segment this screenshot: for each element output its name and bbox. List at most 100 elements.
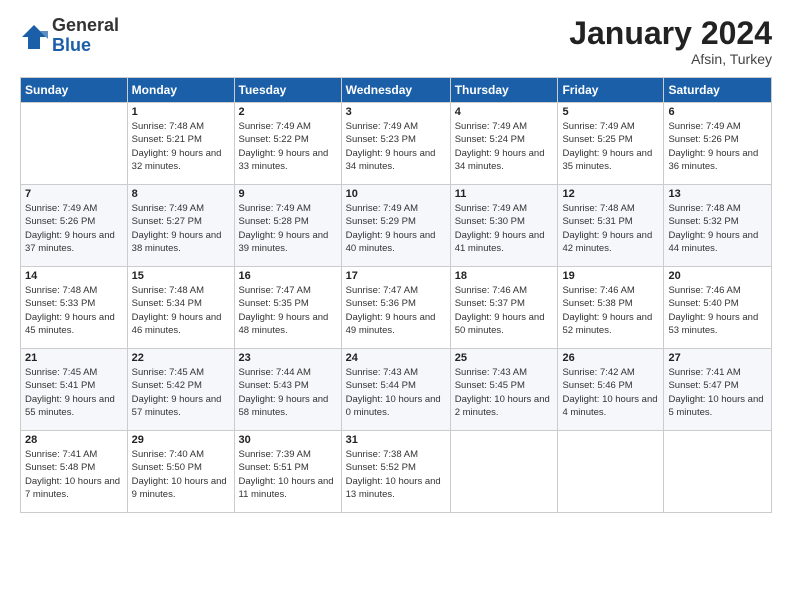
day-number: 6 — [668, 106, 767, 118]
day-number: 13 — [668, 188, 767, 200]
calendar-header-row: Sunday Monday Tuesday Wednesday Thursday… — [21, 78, 772, 103]
day-number: 26 — [562, 352, 659, 364]
day-info: Sunrise: 7:49 AMSunset: 5:30 PMDaylight:… — [455, 202, 554, 255]
header-monday: Monday — [127, 78, 234, 103]
table-row: 9 Sunrise: 7:49 AMSunset: 5:28 PMDaylight… — [234, 185, 341, 267]
day-number: 22 — [132, 352, 230, 364]
day-number: 17 — [346, 270, 446, 282]
table-row: 25 Sunrise: 7:43 AMSunset: 5:45 PMDayligh… — [450, 349, 558, 431]
header-friday: Friday — [558, 78, 664, 103]
table-row: 30 Sunrise: 7:39 AMSunset: 5:51 PMDayligh… — [234, 431, 341, 513]
calendar-week-5: 28 Sunrise: 7:41 AMSunset: 5:48 PMDayligh… — [21, 431, 772, 513]
day-info: Sunrise: 7:46 AMSunset: 5:37 PMDaylight:… — [455, 284, 554, 337]
table-row: 31 Sunrise: 7:38 AMSunset: 5:52 PMDayligh… — [341, 431, 450, 513]
day-info: Sunrise: 7:48 AMSunset: 5:33 PMDaylight:… — [25, 284, 123, 337]
day-info: Sunrise: 7:49 AMSunset: 5:27 PMDaylight:… — [132, 202, 230, 255]
day-number: 1 — [132, 106, 230, 118]
table-row: 15Sunrise: 7:48 AMSunset: 5:34 PMDayligh… — [127, 267, 234, 349]
day-number: 7 — [25, 188, 123, 200]
table-row: 24 Sunrise: 7:43 AMSunset: 5:44 PMDayligh… — [341, 349, 450, 431]
calendar-week-4: 21Sunrise: 7:45 AMSunset: 5:41 PMDayligh… — [21, 349, 772, 431]
day-number: 18 — [455, 270, 554, 282]
day-number: 9 — [239, 188, 337, 200]
day-info: Sunrise: 7:45 AMSunset: 5:41 PMDaylight:… — [25, 366, 123, 419]
month-title: January 2024 — [569, 16, 772, 51]
day-info: Sunrise: 7:38 AMSunset: 5:52 PMDaylight:… — [346, 448, 446, 501]
table-row: 16Sunrise: 7:47 AMSunset: 5:35 PMDayligh… — [234, 267, 341, 349]
day-number: 12 — [562, 188, 659, 200]
day-number: 25 — [455, 352, 554, 364]
day-info: Sunrise: 7:46 AMSunset: 5:38 PMDaylight:… — [562, 284, 659, 337]
calendar-week-3: 14 Sunrise: 7:48 AMSunset: 5:33 PMDayligh… — [21, 267, 772, 349]
day-info: Sunrise: 7:49 AMSunset: 5:24 PMDaylight:… — [455, 120, 554, 173]
day-info: Sunrise: 7:47 AMSunset: 5:36 PMDaylight:… — [346, 284, 446, 337]
day-info: Sunrise: 7:41 AMSunset: 5:47 PMDaylight:… — [668, 366, 767, 419]
table-row: 18 Sunrise: 7:46 AMSunset: 5:37 PMDayligh… — [450, 267, 558, 349]
day-number: 8 — [132, 188, 230, 200]
table-row: 11 Sunrise: 7:49 AMSunset: 5:30 PMDayligh… — [450, 185, 558, 267]
day-number: 20 — [668, 270, 767, 282]
day-number: 19 — [562, 270, 659, 282]
calendar-week-2: 7 Sunrise: 7:49 AMSunset: 5:26 PMDaylight… — [21, 185, 772, 267]
table-row: 17 Sunrise: 7:47 AMSunset: 5:36 PMDayligh… — [341, 267, 450, 349]
day-number: 14 — [25, 270, 123, 282]
logo-blue-text: Blue — [52, 36, 119, 56]
table-row: 12 Sunrise: 7:48 AMSunset: 5:31 PMDayligh… — [558, 185, 664, 267]
table-row — [558, 431, 664, 513]
day-number: 10 — [346, 188, 446, 200]
logo-general-text: General — [52, 16, 119, 36]
day-info: Sunrise: 7:47 AMSunset: 5:35 PMDaylight:… — [239, 284, 337, 337]
day-number: 30 — [239, 434, 337, 446]
day-info: Sunrise: 7:43 AMSunset: 5:45 PMDaylight:… — [455, 366, 554, 419]
day-number: 4 — [455, 106, 554, 118]
day-number: 5 — [562, 106, 659, 118]
table-row: 28 Sunrise: 7:41 AMSunset: 5:48 PMDayligh… — [21, 431, 128, 513]
day-info: Sunrise: 7:48 AMSunset: 5:31 PMDaylight:… — [562, 202, 659, 255]
day-info: Sunrise: 7:40 AMSunset: 5:50 PMDaylight:… — [132, 448, 230, 501]
day-info: Sunrise: 7:39 AMSunset: 5:51 PMDaylight:… — [239, 448, 337, 501]
day-info: Sunrise: 7:49 AMSunset: 5:25 PMDaylight:… — [562, 120, 659, 173]
day-info: Sunrise: 7:49 AMSunset: 5:26 PMDaylight:… — [668, 120, 767, 173]
table-row: 21Sunrise: 7:45 AMSunset: 5:41 PMDayligh… — [21, 349, 128, 431]
header-sunday: Sunday — [21, 78, 128, 103]
table-row: 19 Sunrise: 7:46 AMSunset: 5:38 PMDayligh… — [558, 267, 664, 349]
table-row: 8 Sunrise: 7:49 AMSunset: 5:27 PMDaylight… — [127, 185, 234, 267]
day-info: Sunrise: 7:49 AMSunset: 5:23 PMDaylight:… — [346, 120, 446, 173]
calendar-week-1: 1 Sunrise: 7:48 AMSunset: 5:21 PMDaylight… — [21, 103, 772, 185]
day-number: 3 — [346, 106, 446, 118]
header-saturday: Saturday — [664, 78, 772, 103]
table-row: 5 Sunrise: 7:49 AMSunset: 5:25 PMDaylight… — [558, 103, 664, 185]
day-info: Sunrise: 7:41 AMSunset: 5:48 PMDaylight:… — [25, 448, 123, 501]
day-number: 2 — [239, 106, 337, 118]
table-row: 3 Sunrise: 7:49 AMSunset: 5:23 PMDaylight… — [341, 103, 450, 185]
table-row: 4 Sunrise: 7:49 AMSunset: 5:24 PMDaylight… — [450, 103, 558, 185]
table-row: 23Sunrise: 7:44 AMSunset: 5:43 PMDayligh… — [234, 349, 341, 431]
table-row: 27Sunrise: 7:41 AMSunset: 5:47 PMDayligh… — [664, 349, 772, 431]
day-info: Sunrise: 7:42 AMSunset: 5:46 PMDaylight:… — [562, 366, 659, 419]
day-info: Sunrise: 7:46 AMSunset: 5:40 PMDaylight:… — [668, 284, 767, 337]
day-number: 24 — [346, 352, 446, 364]
table-row: 29 Sunrise: 7:40 AMSunset: 5:50 PMDayligh… — [127, 431, 234, 513]
table-row: 7 Sunrise: 7:49 AMSunset: 5:26 PMDaylight… — [21, 185, 128, 267]
header: General Blue January 2024 Afsin, Turkey — [20, 16, 772, 67]
header-wednesday: Wednesday — [341, 78, 450, 103]
day-info: Sunrise: 7:49 AMSunset: 5:29 PMDaylight:… — [346, 202, 446, 255]
calendar-table: Sunday Monday Tuesday Wednesday Thursday… — [20, 77, 772, 513]
day-info: Sunrise: 7:49 AMSunset: 5:28 PMDaylight:… — [239, 202, 337, 255]
table-row — [21, 103, 128, 185]
table-row: 2Sunrise: 7:49 AMSunset: 5:22 PMDaylight… — [234, 103, 341, 185]
day-info: Sunrise: 7:43 AMSunset: 5:44 PMDaylight:… — [346, 366, 446, 419]
day-info: Sunrise: 7:48 AMSunset: 5:21 PMDaylight:… — [132, 120, 230, 173]
header-tuesday: Tuesday — [234, 78, 341, 103]
day-number: 15 — [132, 270, 230, 282]
day-number: 29 — [132, 434, 230, 446]
table-row — [664, 431, 772, 513]
day-number: 11 — [455, 188, 554, 200]
day-info: Sunrise: 7:49 AMSunset: 5:26 PMDaylight:… — [25, 202, 123, 255]
table-row: 10 Sunrise: 7:49 AMSunset: 5:29 PMDayligh… — [341, 185, 450, 267]
day-number: 31 — [346, 434, 446, 446]
day-info: Sunrise: 7:48 AMSunset: 5:32 PMDaylight:… — [668, 202, 767, 255]
day-number: 28 — [25, 434, 123, 446]
table-row: 20 Sunrise: 7:46 AMSunset: 5:40 PMDayligh… — [664, 267, 772, 349]
day-info: Sunrise: 7:44 AMSunset: 5:43 PMDaylight:… — [239, 366, 337, 419]
